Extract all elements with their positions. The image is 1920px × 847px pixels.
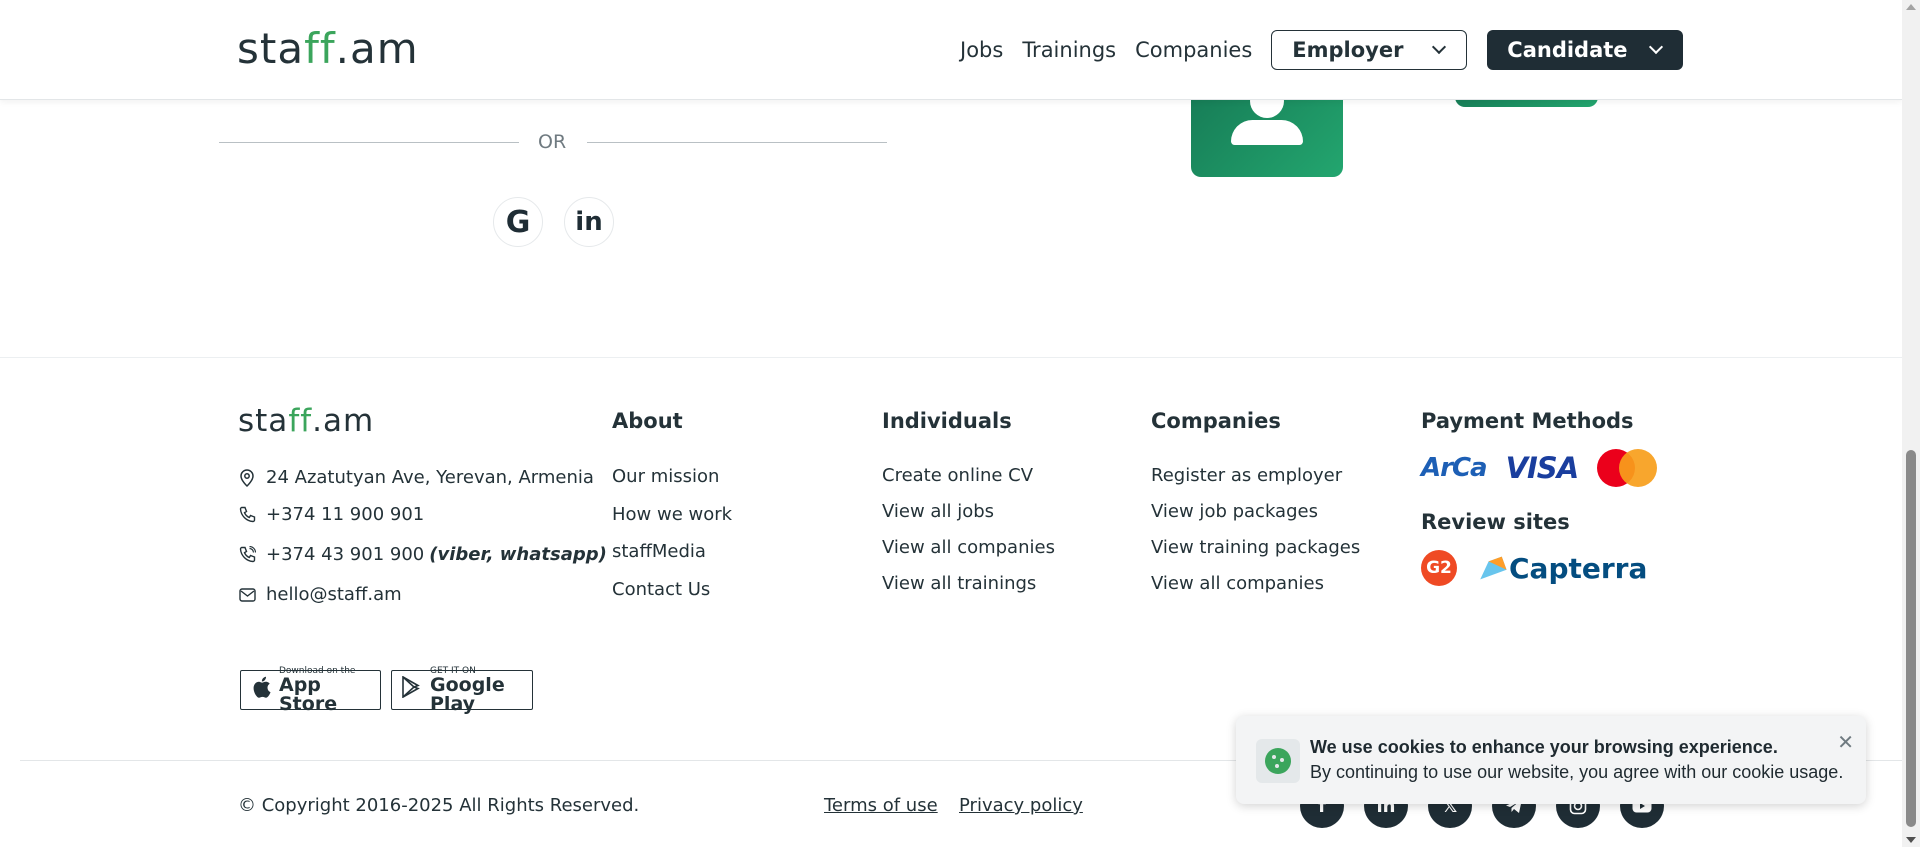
linkedin-icon: in	[575, 207, 603, 237]
location-pin-icon	[238, 468, 256, 487]
header-logo[interactable]: sta ff .am	[237, 24, 419, 74]
cookie-icon	[1256, 739, 1300, 783]
link-create-cv[interactable]: Create online CV	[882, 458, 1055, 494]
apple-icon	[251, 675, 271, 705]
link-all-companies[interactable]: View all companies	[1151, 566, 1360, 602]
cookie-title: We use cookies to enhance your browsing …	[1310, 737, 1778, 757]
or-separator: OR	[538, 131, 567, 153]
companies-heading: Companies	[1151, 409, 1281, 433]
payment-logos: ArCa VISA	[1421, 449, 1658, 487]
cookie-text: By continuing to use our website, you ag…	[1310, 762, 1844, 782]
phone-call-icon	[238, 546, 256, 564]
arca-logo: ArCa	[1421, 453, 1488, 483]
link-training-packages[interactable]: View training packages	[1151, 530, 1360, 566]
google-icon: G	[505, 204, 531, 240]
google-play-icon	[402, 675, 422, 704]
g2-logo[interactable]: G2	[1421, 550, 1457, 586]
link-view-companies[interactable]: View all companies	[882, 530, 1055, 566]
link-how-we-work[interactable]: How we work	[612, 496, 732, 534]
scroll-down-arrow-icon[interactable]	[1906, 837, 1916, 843]
contact-phone-2[interactable]: +374 43 901 900 (viber, whatsapp)	[238, 544, 607, 565]
close-icon[interactable]: ✕	[1837, 730, 1854, 754]
linkedin-login-button[interactable]: in	[564, 197, 614, 247]
link-staffmedia[interactable]: staffMedia	[612, 533, 732, 571]
review-heading: Review sites	[1421, 510, 1570, 534]
about-heading: About	[612, 409, 683, 433]
link-our-mission[interactable]: Our mission	[612, 458, 732, 496]
visa-logo: VISA	[1505, 451, 1580, 485]
link-view-trainings[interactable]: View all trainings	[882, 566, 1055, 602]
candidate-dropdown[interactable]: Candidate	[1487, 30, 1684, 70]
phone-icon	[238, 506, 256, 524]
footer-col-about: About Our mission How we work staffMedia…	[612, 408, 732, 608]
link-job-packages[interactable]: View job packages	[1151, 494, 1360, 530]
privacy-link[interactable]: Privacy policy	[959, 795, 1083, 816]
app-store-badge[interactable]: Download on the App Store	[240, 666, 381, 713]
divider-right	[587, 142, 887, 143]
scroll-up-arrow-icon[interactable]	[1906, 4, 1916, 10]
footer-col-payment: Payment Methods	[1421, 408, 1634, 434]
nav-jobs[interactable]: Jobs	[960, 29, 1003, 71]
link-view-jobs[interactable]: View all jobs	[882, 494, 1055, 530]
mail-icon	[238, 586, 256, 604]
link-contact-us[interactable]: Contact Us	[612, 571, 732, 609]
capterra-logo[interactable]: Capterra	[1475, 552, 1647, 585]
nav-trainings[interactable]: Trainings	[1022, 29, 1116, 71]
mastercard-logo	[1597, 449, 1658, 487]
footer-divider	[0, 357, 1902, 358]
chevron-down-icon	[1649, 39, 1664, 55]
contact-address: 24 Azatutyan Ave, Yerevan, Armenia	[238, 467, 594, 488]
cookie-banner: We use cookies to enhance your browsing …	[1236, 716, 1866, 804]
divider-left	[219, 142, 519, 143]
review-logos: G2 Capterra	[1421, 550, 1647, 586]
main-nav: Jobs Trainings Companies Employer Candid…	[960, 29, 1684, 71]
footer-logo[interactable]: sta ff .am	[238, 403, 374, 439]
link-register-employer[interactable]: Register as employer	[1151, 458, 1360, 494]
contact-email[interactable]: hello@staff.am	[238, 584, 402, 605]
footer-col-companies: Companies Register as employer View job …	[1151, 408, 1360, 602]
terms-link[interactable]: Terms of use	[824, 795, 938, 816]
contact-phone-1[interactable]: +374 11 900 901	[238, 504, 424, 525]
employer-dropdown[interactable]: Employer	[1271, 30, 1468, 70]
nav-companies[interactable]: Companies	[1135, 29, 1252, 71]
copyright-text: © Copyright 2016-2025 All Rights Reserve…	[238, 795, 640, 816]
google-play-badge[interactable]: GET IT ON Google Play	[391, 666, 533, 713]
scrollbar-thumb[interactable]	[1906, 450, 1916, 827]
payment-heading: Payment Methods	[1421, 409, 1634, 433]
chevron-down-icon	[1432, 39, 1447, 55]
page-scrollbar[interactable]	[1902, 0, 1920, 847]
site-header: sta ff .am Jobs Trainings Companies Employ…	[0, 0, 1902, 100]
capterra-arrow-icon	[1475, 556, 1507, 580]
individuals-heading: Individuals	[882, 409, 1012, 433]
google-login-button[interactable]: G	[493, 197, 543, 247]
footer-col-individuals: Individuals Create online CV View all jo…	[882, 408, 1055, 602]
